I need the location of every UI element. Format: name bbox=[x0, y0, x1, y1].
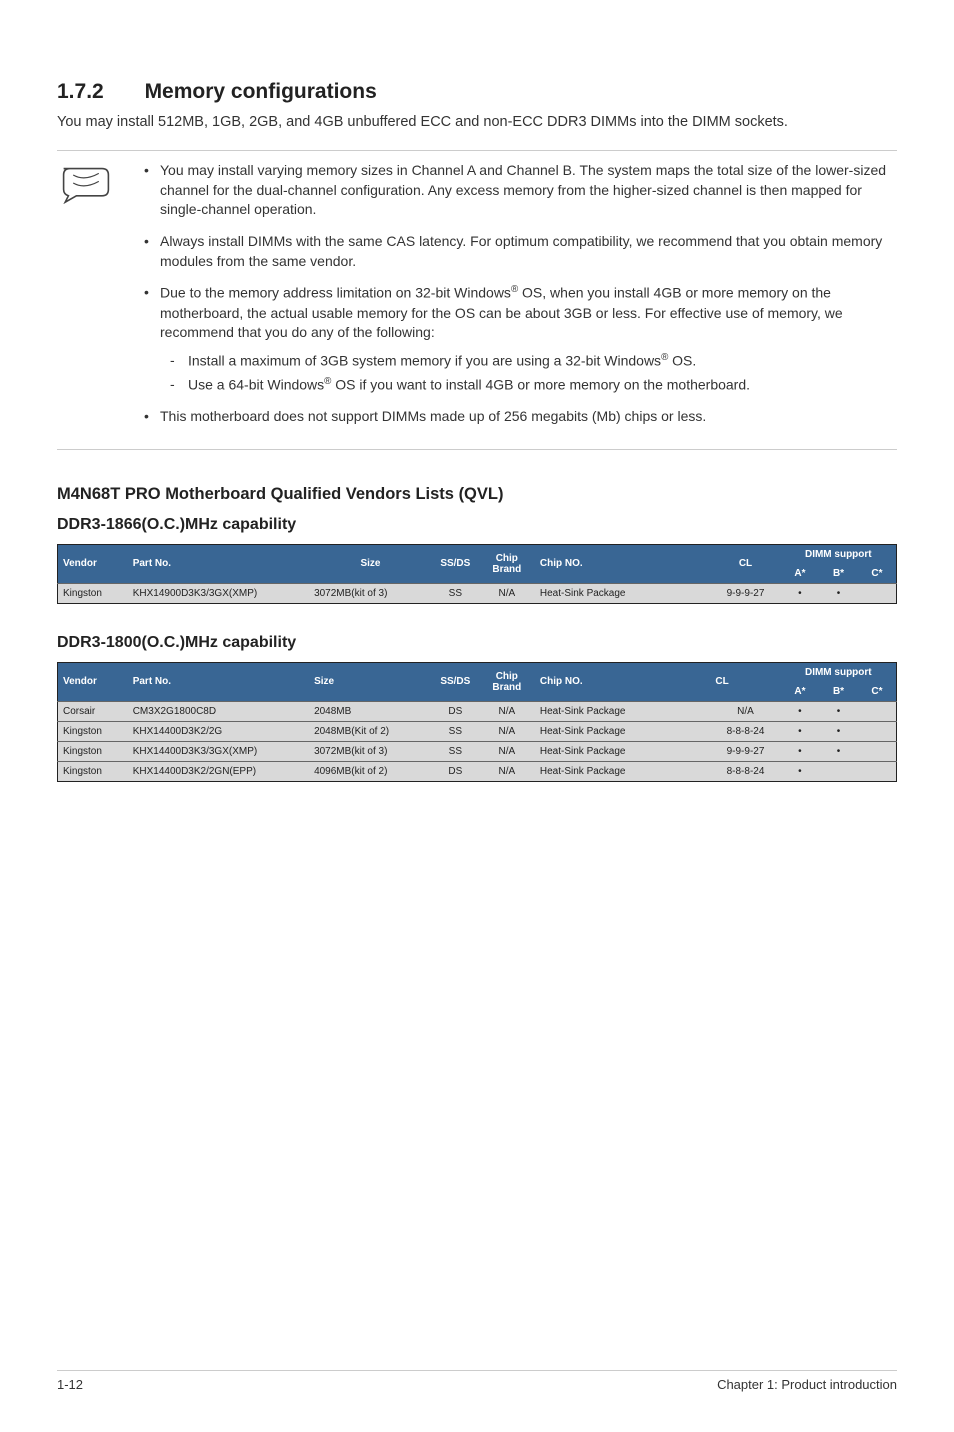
cell-b: • bbox=[819, 741, 858, 761]
th-dimm: DIMM support bbox=[781, 544, 897, 564]
cell-chipno: Heat-Sink Package bbox=[535, 741, 711, 761]
section-number: 1.7.2 bbox=[57, 80, 104, 103]
cell-b: • bbox=[819, 583, 858, 603]
th-c: C* bbox=[858, 564, 897, 584]
cell-part: KHX14900D3K3/3GX(XMP) bbox=[128, 583, 309, 603]
cell-c bbox=[858, 583, 897, 603]
cell-a: • bbox=[781, 721, 820, 741]
th-vendor: Vendor bbox=[58, 544, 128, 583]
cell-brand: N/A bbox=[479, 741, 535, 761]
th-ssds: SS/DS bbox=[432, 662, 479, 701]
cell-size: 2048MB(Kit of 2) bbox=[309, 721, 432, 741]
th-partno: Part No. bbox=[128, 662, 309, 701]
cell-c bbox=[858, 761, 897, 781]
table-row: Kingston KHX14400D3K2/2G 2048MB(Kit of 2… bbox=[58, 721, 897, 741]
cell-brand: N/A bbox=[479, 701, 535, 721]
cell-b: • bbox=[819, 721, 858, 741]
table1-heading: DDR3-1866(O.C.)MHz capability bbox=[57, 516, 897, 534]
cell-part: KHX14400D3K2/2G bbox=[128, 721, 309, 741]
th-ssds: SS/DS bbox=[432, 544, 479, 583]
note-bullet-3: Due to the memory address limitation on … bbox=[142, 283, 897, 395]
th-cl: CL bbox=[710, 662, 780, 701]
table-row: Corsair CM3X2G1800C8D 2048MB DS N/A Heat… bbox=[58, 701, 897, 721]
qvl-heading: M4N68T PRO Motherboard Qualified Vendors… bbox=[57, 485, 897, 504]
th-vendor: Vendor bbox=[58, 662, 128, 701]
th-cl: CL bbox=[710, 544, 780, 583]
th-chipbrand: Chip Brand bbox=[479, 544, 535, 583]
section-heading: 1.7.2 Memory configurations bbox=[57, 80, 897, 104]
note-bullet-4: This motherboard does not support DIMMs … bbox=[142, 407, 897, 427]
cell-cl: 9-9-9-27 bbox=[710, 583, 780, 603]
note-sub-2: Use a 64-bit Windows® OS if you want to … bbox=[160, 375, 897, 395]
th-chipno: Chip NO. bbox=[535, 544, 711, 583]
cell-a: • bbox=[781, 583, 820, 603]
cell-brand: N/A bbox=[479, 761, 535, 781]
cell-chipno: Heat-Sink Package bbox=[535, 761, 711, 781]
th-b: B* bbox=[819, 682, 858, 702]
note-bullet-1: You may install varying memory sizes in … bbox=[142, 161, 897, 220]
cell-c bbox=[858, 701, 897, 721]
th-size: Size bbox=[309, 544, 432, 583]
cell-brand: N/A bbox=[479, 721, 535, 741]
page-footer: 1-12 Chapter 1: Product introduction bbox=[57, 1370, 897, 1392]
note-bullet-2: Always install DIMMs with the same CAS l… bbox=[142, 232, 897, 271]
cell-vendor: Corsair bbox=[58, 701, 128, 721]
cell-size: 4096MB(kit of 2) bbox=[309, 761, 432, 781]
cell-b bbox=[819, 761, 858, 781]
cell-part: KHX14400D3K2/2GN(EPP) bbox=[128, 761, 309, 781]
cell-a: • bbox=[781, 741, 820, 761]
cell-chipno: Heat-Sink Package bbox=[535, 583, 711, 603]
th-a: A* bbox=[781, 564, 820, 584]
th-b: B* bbox=[819, 564, 858, 584]
intro-text: You may install 512MB, 1GB, 2GB, and 4GB… bbox=[57, 112, 897, 132]
cell-vendor: Kingston bbox=[58, 721, 128, 741]
cell-ssds: SS bbox=[432, 721, 479, 741]
cell-part: KHX14400D3K3/3GX(XMP) bbox=[128, 741, 309, 761]
table-row: Kingston KHX14400D3K2/2GN(EPP) 4096MB(ki… bbox=[58, 761, 897, 781]
cell-size: 3072MB(kit of 3) bbox=[309, 741, 432, 761]
cell-ssds: DS bbox=[432, 701, 479, 721]
th-partno: Part No. bbox=[128, 544, 309, 583]
cell-c bbox=[858, 741, 897, 761]
cell-ssds: SS bbox=[432, 741, 479, 761]
th-c: C* bbox=[858, 682, 897, 702]
table2-heading: DDR3-1800(O.C.)MHz capability bbox=[57, 634, 897, 652]
memory-table-2: Vendor Part No. Size SS/DS Chip Brand Ch… bbox=[57, 662, 897, 782]
section-title: Memory configurations bbox=[145, 80, 377, 103]
note-content: You may install varying memory sizes in … bbox=[142, 161, 897, 439]
cell-cl: N/A bbox=[710, 701, 780, 721]
page-number: 1-12 bbox=[57, 1377, 83, 1392]
cell-c bbox=[858, 721, 897, 741]
cell-cl: 8-8-8-24 bbox=[710, 721, 780, 741]
cell-b: • bbox=[819, 701, 858, 721]
table-row: Kingston KHX14400D3K3/3GX(XMP) 3072MB(ki… bbox=[58, 741, 897, 761]
cell-cl: 8-8-8-24 bbox=[710, 761, 780, 781]
th-dimm: DIMM support bbox=[781, 662, 897, 682]
cell-chipno: Heat-Sink Package bbox=[535, 701, 711, 721]
th-a: A* bbox=[781, 682, 820, 702]
cell-a: • bbox=[781, 761, 820, 781]
chapter-label: Chapter 1: Product introduction bbox=[717, 1377, 897, 1392]
cell-vendor: Kingston bbox=[58, 761, 128, 781]
cell-ssds: DS bbox=[432, 761, 479, 781]
memory-table-1: Vendor Part No. Size SS/DS Chip Brand Ch… bbox=[57, 544, 897, 604]
note-box: You may install varying memory sizes in … bbox=[57, 150, 897, 450]
note-sub-1: Install a maximum of 3GB system memory i… bbox=[160, 351, 897, 371]
cell-chipno: Heat-Sink Package bbox=[535, 721, 711, 741]
table-row: Kingston KHX14900D3K3/3GX(XMP) 3072MB(ki… bbox=[58, 583, 897, 603]
th-chipno: Chip NO. bbox=[535, 662, 711, 701]
th-size: Size bbox=[309, 662, 432, 701]
cell-vendor: Kingston bbox=[58, 741, 128, 761]
cell-brand: N/A bbox=[479, 583, 535, 603]
th-chipbrand: Chip Brand bbox=[479, 662, 535, 701]
cell-vendor: Kingston bbox=[58, 583, 128, 603]
cell-part: CM3X2G1800C8D bbox=[128, 701, 309, 721]
cell-size: 2048MB bbox=[309, 701, 432, 721]
cell-a: • bbox=[781, 701, 820, 721]
cell-ssds: SS bbox=[432, 583, 479, 603]
cell-size: 3072MB(kit of 3) bbox=[309, 583, 432, 603]
note-icon bbox=[57, 161, 142, 439]
cell-cl: 9-9-9-27 bbox=[710, 741, 780, 761]
